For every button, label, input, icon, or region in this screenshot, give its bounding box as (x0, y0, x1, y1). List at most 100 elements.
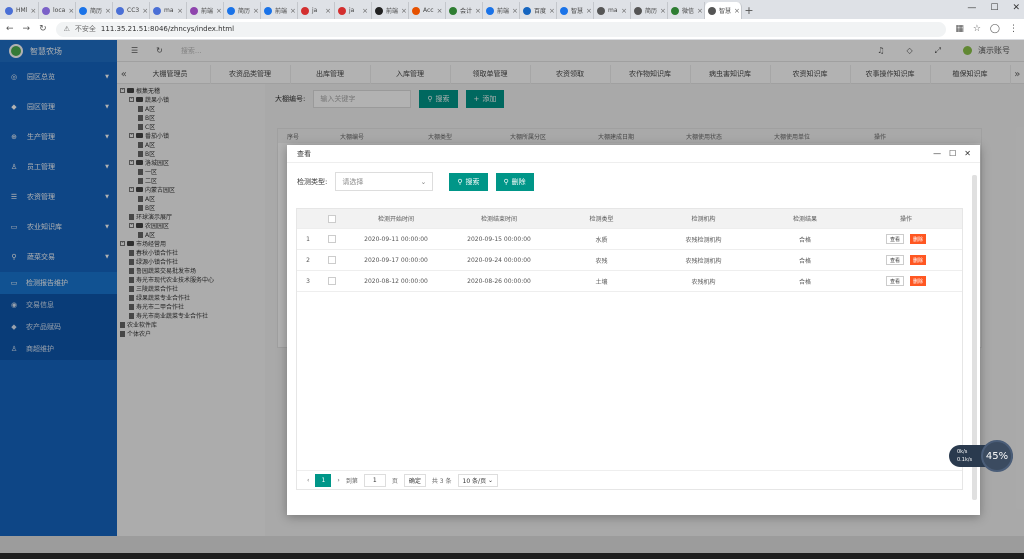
browser-tab[interactable]: 前端 × (483, 2, 520, 19)
dialog-delete-button[interactable]: ⚲ 删除 (495, 172, 534, 191)
tab-favicon-icon (486, 6, 494, 15)
browser-tab[interactable]: CC3 × (113, 2, 150, 19)
tab-close-icon[interactable]: × (253, 7, 259, 15)
tab-close-icon[interactable]: × (734, 7, 740, 15)
browser-tab[interactable]: Acc × (409, 2, 446, 19)
tab-favicon-icon (708, 6, 716, 15)
tab-favicon-icon (42, 6, 50, 15)
browser-tab[interactable]: loca × (39, 2, 76, 19)
tab-close-icon[interactable]: × (697, 7, 703, 15)
dialog-maximize-icon[interactable]: ☐ (949, 149, 956, 158)
maximize-icon[interactable]: ☐ (990, 3, 998, 13)
download-speed: 0.1k/s (957, 457, 973, 463)
test-type-select[interactable]: 请选择 ⌄ (335, 172, 434, 191)
page-size-select[interactable]: 10 条/页 ⌄ (457, 473, 499, 487)
current-page[interactable]: 1 (315, 473, 332, 487)
browser-tab-label: ma (164, 7, 174, 14)
dialog-search-button[interactable]: ⚲ 搜索 (449, 172, 488, 191)
select-all-checkbox[interactable] (327, 214, 336, 223)
tab-close-icon[interactable]: × (549, 7, 555, 15)
browser-tab[interactable]: 前端 × (187, 2, 224, 19)
browser-tab[interactable]: ma × (150, 2, 187, 19)
prev-page-icon[interactable]: ‹ (307, 477, 309, 484)
tab-close-icon[interactable]: × (68, 7, 74, 15)
tab-close-icon[interactable]: × (325, 7, 331, 15)
tab-close-icon[interactable]: × (586, 7, 592, 15)
row-checkbox[interactable] (327, 277, 336, 285)
page-number-input[interactable]: 1 (363, 473, 386, 487)
close-icon[interactable]: ✕ (1012, 3, 1020, 13)
cell-start: 2020-09-17 00:00:00 (364, 256, 428, 264)
browser-tab[interactable]: ja × (335, 2, 372, 19)
dialog-close-icon[interactable]: ✕ (964, 149, 971, 158)
browser-tab[interactable]: 前端 × (261, 2, 298, 19)
tab-close-icon[interactable]: × (401, 7, 407, 15)
tab-close-icon[interactable]: × (105, 7, 111, 15)
view-button[interactable]: 查看 (885, 255, 904, 265)
tab-close-icon[interactable]: × (30, 7, 36, 15)
browser-tab[interactable]: 简历 × (631, 2, 668, 19)
browser-tab[interactable]: HMl × (2, 2, 39, 19)
test-type-select-value: 请选择 (342, 177, 364, 186)
tab-favicon-icon (116, 6, 124, 15)
delete-button[interactable]: 删除 (910, 255, 927, 265)
tab-close-icon[interactable]: × (621, 7, 627, 15)
tab-close-icon[interactable]: × (475, 7, 481, 15)
tab-favicon-icon (523, 6, 531, 15)
column-header: 检测开始时间 (377, 216, 414, 223)
browser-tab-label: 前端 (386, 8, 399, 15)
tab-close-icon[interactable]: × (362, 7, 368, 15)
goto-confirm-button[interactable]: 确定 (403, 473, 426, 487)
tab-close-icon[interactable]: × (512, 7, 518, 15)
tab-close-icon[interactable]: × (216, 7, 222, 15)
next-page-icon[interactable]: › (337, 477, 339, 484)
view-button[interactable]: 查看 (885, 234, 904, 244)
tab-favicon-icon (375, 6, 383, 15)
browser-tab[interactable]: 会计 × (446, 2, 483, 19)
dialog-search-label: 搜索 (465, 177, 480, 186)
browser-tab-label: HMl (16, 7, 28, 14)
row-checkbox[interactable] (327, 235, 336, 243)
browser-tab-label: 智慧 (571, 8, 584, 15)
browser-tab[interactable]: 百度 × (520, 2, 557, 19)
row-checkbox[interactable] (327, 256, 336, 264)
insecure-warning-icon[interactable]: ⚠ (64, 25, 70, 33)
table-row: 1 2020-09-11 00:00:00 2020-09-15 00:00:00 水… (297, 229, 962, 250)
url-field[interactable]: ⚠ 不安全 111.35.21.51:8046/zhncys/index.htm… (55, 21, 947, 37)
new-tab-button[interactable]: + (742, 2, 756, 19)
browser-tab-label: 会计 (460, 8, 473, 15)
view-button[interactable]: 查看 (885, 276, 904, 286)
browser-tab[interactable]: ma × (594, 2, 631, 19)
tab-close-icon[interactable]: × (142, 7, 148, 15)
forward-icon[interactable]: → (23, 24, 31, 34)
tab-close-icon[interactable]: × (660, 7, 666, 15)
browser-tab[interactable]: 简历 × (76, 2, 113, 19)
browser-tab[interactable]: 微信 × (668, 2, 705, 19)
tab-close-icon[interactable]: × (290, 7, 296, 15)
profile-icon[interactable]: ◯ (990, 24, 1000, 34)
browser-menu-icon[interactable]: ⋮ (1009, 24, 1018, 34)
goto-label: 到第 (345, 477, 358, 485)
browser-tab[interactable]: ja × (298, 2, 335, 19)
delete-button[interactable]: 删除 (910, 234, 927, 244)
row-checkbox-cell (319, 277, 344, 285)
tab-favicon-icon (190, 6, 198, 15)
browser-tab[interactable]: 智慧 × (557, 2, 594, 19)
reload-icon[interactable]: ↻ (39, 24, 47, 34)
browser-tab-label: 简历 (90, 8, 103, 15)
browser-tab-label: ja (349, 7, 355, 14)
tab-favicon-icon (560, 6, 568, 15)
bookmark-star-icon[interactable]: ☆ (973, 24, 981, 34)
back-icon[interactable]: ← (6, 24, 14, 34)
row-number: 2 (306, 256, 310, 264)
tab-close-icon[interactable]: × (437, 7, 443, 15)
delete-button[interactable]: 删除 (910, 276, 927, 286)
browser-tab[interactable]: 前端 × (372, 2, 409, 19)
minimize-icon[interactable]: — (967, 3, 976, 13)
browser-tab[interactable]: 智慧 × (705, 2, 742, 19)
tab-close-icon[interactable]: × (177, 7, 183, 15)
qr-icon[interactable]: ▦ (955, 24, 964, 34)
dialog-header: 查看 — ☐ ✕ (287, 145, 980, 163)
dialog-minimize-icon[interactable]: — (933, 149, 941, 158)
browser-tab[interactable]: 简历 × (224, 2, 261, 19)
